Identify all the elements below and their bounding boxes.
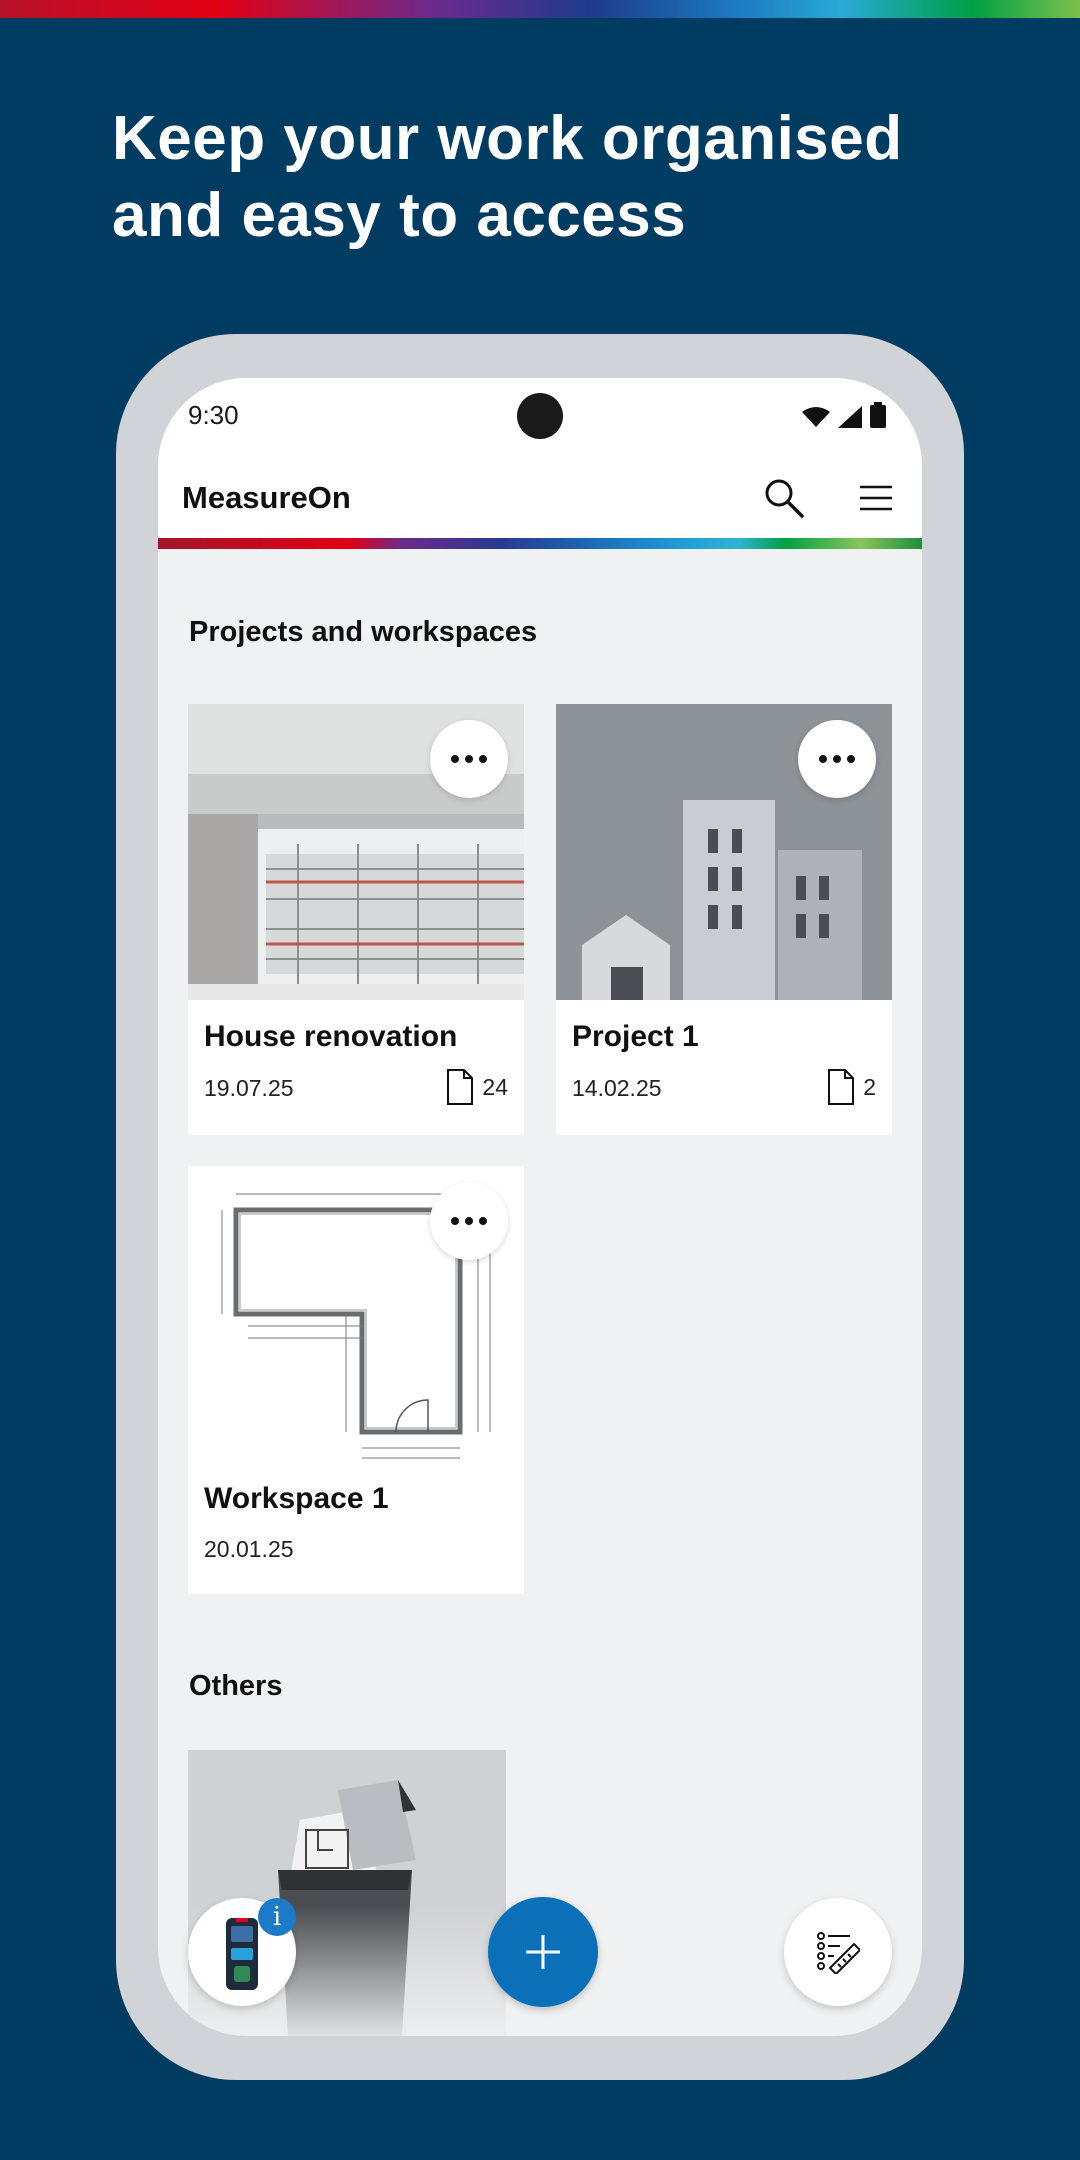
section-title-projects: Projects and workspaces <box>189 616 538 648</box>
signal-icon <box>838 406 862 428</box>
device-button[interactable]: i <box>188 1898 296 2006</box>
search-icon[interactable] <box>760 474 808 522</box>
card-date: 14.02.25 <box>572 1075 662 1101</box>
info-badge: i <box>258 1898 296 1936</box>
document-icon <box>828 1069 855 1105</box>
card-title: Project 1 <box>572 1020 699 1053</box>
card-title: House renovation <box>204 1020 458 1053</box>
app-title: MeasureOn <box>182 480 351 515</box>
workspace-card-workspace-1[interactable]: Workspace 1 20.01.25 <box>188 1166 524 1594</box>
brand-stripe <box>0 0 1080 18</box>
project-card-house-renovation[interactable]: House renovation 19.07.25 24 <box>188 704 524 1135</box>
add-button[interactable] <box>488 1897 598 2007</box>
status-time: 9:30 <box>188 400 239 430</box>
status-bar: 9:30 <box>158 378 922 456</box>
measurements-button[interactable] <box>784 1898 892 2006</box>
headline: Keep your work organised and easy to acc… <box>112 104 903 250</box>
plus-icon <box>526 1935 560 1969</box>
laser-device-icon <box>226 1918 258 1990</box>
card-document-count: 24 <box>446 1068 508 1106</box>
card-count-value: 24 <box>482 1073 508 1100</box>
menu-icon[interactable] <box>852 474 900 522</box>
camera-cutout <box>517 393 563 439</box>
card-more-button[interactable] <box>430 1182 508 1260</box>
card-document-count: 2 <box>827 1068 876 1106</box>
card-more-button[interactable] <box>430 720 508 798</box>
wifi-icon <box>802 407 830 427</box>
app-bar: MeasureOn <box>158 456 922 538</box>
battery-icon <box>870 402 886 428</box>
card-count-value: 2 <box>863 1073 876 1100</box>
section-title-others: Others <box>189 1670 283 1702</box>
document-icon <box>447 1069 474 1105</box>
measure-list-icon <box>817 1932 860 1974</box>
card-date: 20.01.25 <box>204 1536 294 1562</box>
status-icons <box>802 402 886 428</box>
card-title: Workspace 1 <box>204 1482 389 1515</box>
project-card-project-1[interactable]: Project 1 14.02.25 2 <box>556 704 892 1135</box>
card-more-button[interactable] <box>798 720 876 798</box>
card-date: 19.07.25 <box>204 1075 294 1101</box>
color-bar <box>158 538 922 549</box>
phone-screen: 9:30 MeasureOn Projects and workspaces H… <box>158 378 922 2036</box>
